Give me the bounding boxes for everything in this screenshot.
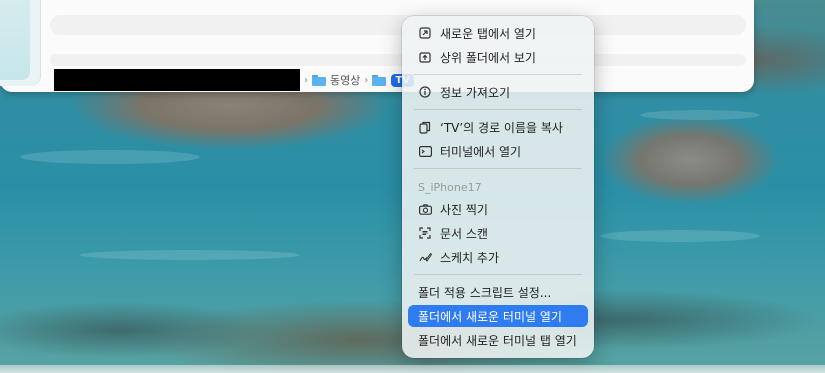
path-separator: › [364,74,369,86]
open-tab-icon [418,26,432,40]
water-ripple [20,150,200,164]
folder-icon [312,74,326,86]
menu-item-label: 터미널에서 열기 [440,144,522,159]
menu-item-label: 문서 스캔 [440,226,488,241]
path-bar: › 동영상 › TV [44,68,754,92]
menu-item-label: 새로운 탭에서 열기 [440,26,536,41]
menu-item-label: 폴더 적용 스크립트 설정... [418,285,552,300]
menu-item-show-enclosing[interactable]: 상위 폴더에서 보기 [408,46,588,68]
menu-item-label: 폴더에서 새로운 터미널 탭 열기 [418,333,577,348]
menu-item-new-terminal-at-folder[interactable]: 폴더에서 새로운 터미널 열기 [408,305,588,327]
scan-icon [418,226,432,240]
sidebar-preview [0,0,30,80]
menu-item-folder-actions-setup[interactable]: 폴더 적용 스크립트 설정... [408,281,588,303]
finder-window: › 동영상 › TV [0,0,754,92]
menu-item-copy-path[interactable]: ‘TV’의 경로 이름을 복사 [408,116,588,138]
redacted-path [54,69,300,91]
menu-item-label: 정보 가져오기 [440,85,511,100]
menu-item-new-terminal-tab-at-folder[interactable]: 폴더에서 새로운 터미널 탭 열기 [408,329,588,351]
menu-item-label: ‘TV’의 경로 이름을 복사 [440,120,563,135]
info-icon [418,85,432,99]
water-ripple [80,250,300,260]
terminal-icon [418,144,432,158]
menu-item-label: 스케치 추가 [440,250,500,265]
path-separator: › [304,74,308,86]
sketch-icon [418,250,432,264]
list-row[interactable] [50,15,746,35]
context-menu: 새로운 탭에서 열기 상위 폴더에서 보기 정보 가져오기 ‘TV’의 경로 이… [402,16,594,358]
device-section-header: S_iPhone17 [418,181,482,194]
finder-sidebar [0,0,41,86]
menu-item-open-new-tab[interactable]: 새로운 탭에서 열기 [408,22,588,44]
menu-item-label: 상위 폴더에서 보기 [440,50,536,65]
menu-separator [414,168,582,169]
menu-item-add-sketch[interactable]: 스케치 추가 [408,246,588,268]
water-ripple [640,110,760,120]
camera-icon [418,202,432,216]
menu-separator [414,109,582,110]
water-ripple [600,230,760,242]
list-row[interactable] [50,54,746,66]
copy-path-icon [418,120,432,134]
menu-item-label: 폴더에서 새로운 터미널 열기 [418,309,562,324]
menu-item-get-info[interactable]: 정보 가져오기 [408,81,588,103]
menu-separator [414,74,582,75]
menu-item-open-terminal[interactable]: 터미널에서 열기 [408,140,588,162]
menu-item-scan-document[interactable]: 문서 스캔 [408,222,588,244]
path-crumb-videos[interactable]: 동영상 [312,72,360,88]
dock-edge [0,365,825,373]
enclosing-folder-icon [418,50,432,64]
folder-icon [372,74,387,86]
menu-item-label: 사진 찍기 [440,202,488,217]
menu-separator [414,274,582,275]
menu-item-take-photo[interactable]: 사진 찍기 [408,198,588,220]
path-crumb-label: 동영상 [330,74,361,87]
